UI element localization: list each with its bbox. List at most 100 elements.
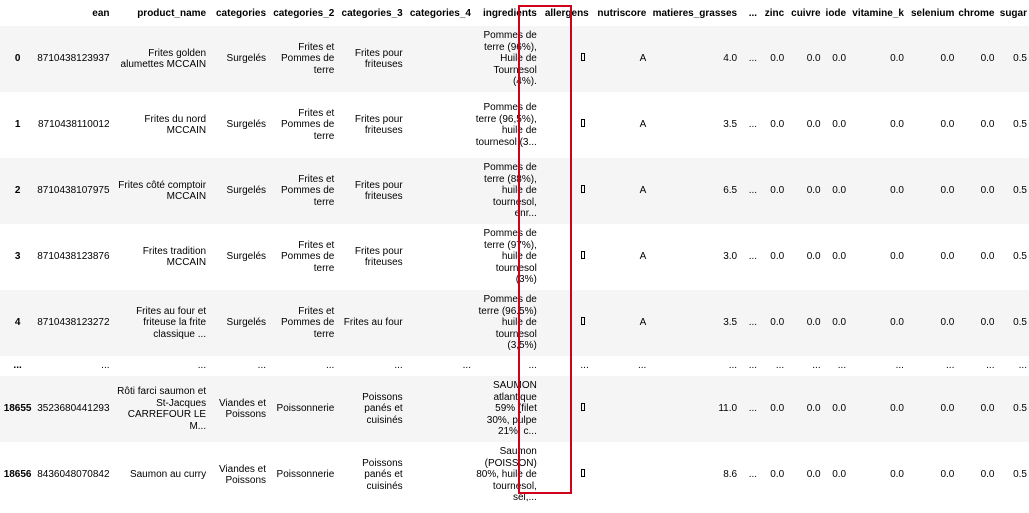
cell-sugar: 0.5 — [1013, 185, 1027, 197]
cell-cuivre: 0.0 — [806, 119, 821, 131]
cell-ean: 8710438123272 — [37, 317, 110, 329]
cell-ean: 8710438123876 — [37, 251, 110, 263]
cell-iode: 0.0 — [832, 53, 847, 65]
cell-ellipsis: ... — [748, 403, 758, 415]
cell-matieres-grasses: 4.0 — [723, 53, 738, 65]
cell-ingredients: Pommes de terre (96.5%) huile de tournes… — [478, 294, 537, 352]
empty-list-icon — [580, 469, 585, 478]
cell-ellipsis: ... — [748, 185, 758, 197]
cell-categories-3: Poissons panés et cuisinés — [362, 457, 403, 492]
cell-categories-3: Frites pour friteuses — [354, 47, 403, 71]
header-product-name: product_name — [137, 8, 207, 20]
cell-vitamine-k: 0.0 — [890, 53, 904, 65]
cell-cuivre: 0.0 — [806, 403, 821, 415]
header-categories-4: categories_4 — [409, 8, 471, 20]
cell-iode: 0.0 — [832, 317, 847, 329]
dataframe-table: ean product_name categories categories_2 cat… — [0, 2, 1029, 508]
cell-nutriscore — [591, 442, 649, 508]
row-index: 0 — [14, 53, 21, 65]
header-selenium: selenium — [911, 8, 955, 20]
cell-categories-3: Frites pour friteuses — [354, 245, 403, 269]
cell-categories: Surgelés — [226, 251, 267, 263]
cell-nutriscore: ... — [637, 360, 647, 372]
cell-cuivre: 0.0 — [806, 469, 821, 481]
cell-selenium: 0.0 — [940, 403, 955, 415]
cell-product-name: Frites tradition MCCAIN — [142, 245, 207, 269]
cell-sugar: ... — [1018, 360, 1027, 372]
cell-allergens — [539, 158, 591, 224]
row-index: 3 — [14, 251, 21, 263]
cell-zinc: ... — [775, 360, 785, 372]
header-ellipsis: ... — [748, 8, 758, 20]
cell-cuivre: 0.0 — [806, 185, 821, 197]
row-index: ... — [13, 360, 22, 372]
cell-categories-3: ... — [394, 360, 403, 372]
cell-allergens: ... — [580, 360, 589, 372]
cell-vitamine-k: 0.0 — [890, 403, 904, 415]
row-index: 18655 — [3, 403, 32, 415]
header-chrome: chrome — [958, 8, 995, 20]
cell-categories-4 — [405, 442, 473, 508]
cell-nutriscore — [591, 376, 649, 442]
cell-chrome: 0.0 — [980, 251, 995, 263]
cell-cuivre: 0.0 — [806, 53, 821, 65]
cell-matieres-grasses: 3.5 — [723, 317, 738, 329]
cell-allergens — [539, 442, 591, 508]
cell-chrome: 0.0 — [980, 119, 995, 131]
header-categories: categories — [215, 8, 267, 20]
empty-list-icon — [580, 317, 585, 326]
table-row: 0 8710438123937 Frites golden alumettes MC… — [0, 26, 1029, 92]
cell-ingredients: Pommes de terre (97%), huile de tourneso… — [483, 228, 537, 286]
cell-product-name: Saumon au curry — [129, 469, 207, 481]
header-allergens: allergens — [544, 8, 589, 20]
cell-matieres-grasses: 3.0 — [723, 251, 738, 263]
cell-cuivre: ... — [812, 360, 821, 372]
cell-product-name: Rôti farci saumon et St-Jacques CARREFOU… — [117, 386, 207, 432]
cell-ingredients: ... — [528, 360, 537, 372]
cell-selenium: 0.0 — [940, 469, 955, 481]
cell-sugar: 0.5 — [1013, 251, 1027, 263]
cell-ingredients: Saumon (POISSON) 80%, huile de tournesol… — [476, 446, 537, 504]
cell-ingredients: Pommes de terre (88%), huile de tourneso… — [483, 162, 537, 220]
cell-sugar: 0.5 — [1013, 317, 1027, 329]
cell-sugar: 0.5 — [1013, 469, 1027, 481]
cell-chrome: 0.0 — [980, 53, 995, 65]
cell-selenium: 0.0 — [940, 53, 955, 65]
table-row: 1 8710438110012 Frites du nord MCCAIN Surge… — [0, 92, 1029, 158]
cell-chrome: 0.0 — [980, 317, 995, 329]
cell-chrome: 0.0 — [980, 469, 995, 481]
header-categories-2: categories_2 — [273, 8, 335, 20]
cell-categories-3: Frites pour friteuses — [354, 179, 403, 203]
cell-categories-4 — [405, 92, 473, 158]
row-index: 4 — [14, 317, 21, 329]
table-row: 3 8710438123876 Frites tradition MCCAIN Sur… — [0, 224, 1029, 290]
cell-vitamine-k: 0.0 — [890, 469, 904, 481]
cell-vitamine-k: 0.0 — [890, 119, 904, 131]
cell-chrome: 0.0 — [980, 403, 995, 415]
cell-sugar: 0.5 — [1013, 53, 1027, 65]
cell-categories-4 — [405, 26, 473, 92]
cell-categories-3: Frites au four — [343, 317, 403, 329]
cell-ellipsis: ... — [748, 469, 758, 481]
cell-selenium: 0.0 — [940, 251, 955, 263]
cell-product-name: Frites côté comptoir MCCAIN — [118, 179, 207, 203]
table-row: 18655 3523680441293 Rôti farci saumon et S… — [0, 376, 1029, 442]
table-body: 0 8710438123937 Frites golden alumettes MC… — [0, 26, 1029, 508]
cell-iode: 0.0 — [832, 185, 847, 197]
cell-categories: Viandes et Poissons — [218, 397, 267, 421]
cell-sugar: 0.5 — [1013, 119, 1027, 131]
cell-cuivre: 0.0 — [806, 251, 821, 263]
cell-categories-2: Frites et Pommes de terre — [280, 107, 335, 142]
cell-categories-2: Frites et Pommes de terre — [280, 41, 335, 76]
cell-categories-2: Poissonnerie — [276, 403, 335, 415]
cell-ellipsis: ... — [748, 53, 758, 65]
header-nutriscore: nutriscore — [597, 8, 647, 20]
cell-zinc: 0.0 — [770, 251, 785, 263]
cell-nutriscore: A — [639, 251, 647, 263]
cell-categories-2: Frites et Pommes de terre — [280, 239, 335, 274]
cell-sugar: 0.5 — [1013, 403, 1027, 415]
cell-ellipsis: ... — [748, 360, 758, 372]
cell-zinc: 0.0 — [770, 403, 785, 415]
cell-matieres-grasses: 6.5 — [723, 185, 738, 197]
table-row: 2 8710438107975 Frites côté comptoir MCCAI… — [0, 158, 1029, 224]
